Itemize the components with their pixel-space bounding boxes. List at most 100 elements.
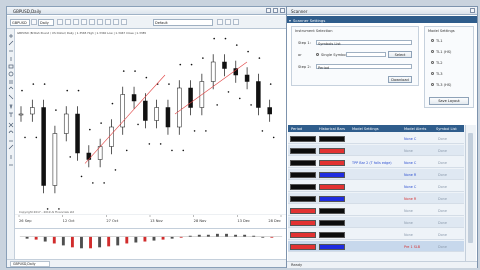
alert-cell[interactable]: None R <box>404 173 416 177</box>
scanner-close-icon[interactable] <box>470 8 475 13</box>
column-header[interactable]: Model Settings <box>352 127 379 131</box>
print-icon[interactable] <box>225 19 231 25</box>
table-row[interactable]: None C Done <box>288 133 464 144</box>
crosshair-icon[interactable] <box>57 19 63 25</box>
period-color-swatch[interactable] <box>290 220 316 226</box>
drawing-tool-icons[interactable] <box>7 33 15 173</box>
close-icon[interactable] <box>280 8 285 13</box>
x-tick-label: 26 Sep <box>19 219 32 223</box>
x-tick-label: 28 Nov <box>194 219 208 223</box>
indicator-panel[interactable] <box>15 228 287 256</box>
bars-color-swatch[interactable] <box>319 172 345 178</box>
symbol-list-cell: Done <box>438 184 447 189</box>
histogram-bar <box>107 236 111 247</box>
table-row[interactable]: TPP Bar 2 (T falls edge) None C Done <box>288 157 464 168</box>
bars-color-swatch[interactable] <box>319 148 345 154</box>
refresh-icon[interactable] <box>31 19 37 25</box>
alert-cell[interactable]: None <box>404 149 413 153</box>
model-option-radio[interactable] <box>431 83 434 86</box>
candle-body <box>41 107 46 186</box>
alert-cell[interactable]: None C <box>404 161 416 165</box>
chart-tab[interactable]: GBPUSD,Daily <box>10 261 50 267</box>
model-option-radio[interactable] <box>431 61 434 64</box>
zoom-out-icon[interactable] <box>97 19 103 25</box>
bars-color-swatch[interactable] <box>319 160 345 166</box>
indicator-dot <box>43 83 46 85</box>
column-header[interactable]: Historical Bars <box>319 127 345 131</box>
scanner-title-bar[interactable]: Scanner <box>287 7 477 15</box>
column-header[interactable]: Symbol List <box>436 127 457 131</box>
column-header[interactable]: Model Alerts <box>404 127 426 131</box>
alert-cell[interactable]: None C <box>404 185 416 189</box>
symbol-select[interactable]: GBPUSD <box>10 19 30 26</box>
bars-color-swatch[interactable] <box>319 136 345 142</box>
table-row[interactable]: None Done <box>288 205 464 216</box>
table-row[interactable]: None R Done <box>288 169 464 180</box>
model-option-radio[interactable] <box>431 50 434 53</box>
period-color-swatch[interactable] <box>290 136 316 142</box>
chart-title-bar[interactable]: GBPUSD,Daily <box>7 7 287 15</box>
alert-cell[interactable]: None <box>404 233 413 237</box>
single-symbol-input[interactable] <box>346 52 386 57</box>
model-option-radio[interactable] <box>431 72 434 75</box>
table-header: Period Historical Bars Model Settings Mo… <box>288 125 464 132</box>
indicator-icon[interactable] <box>113 19 119 25</box>
histogram-bar <box>70 236 74 248</box>
bars-color-swatch[interactable] <box>319 196 345 202</box>
alert-cell[interactable]: None <box>404 221 413 225</box>
period-color-swatch[interactable] <box>290 244 316 250</box>
alert-cell[interactable]: Pre 1 SLB <box>404 245 420 249</box>
settings-header[interactable]: ▾ Scanner Settings <box>287 16 477 23</box>
template-icon[interactable] <box>121 19 127 25</box>
zoom-in-icon[interactable] <box>89 19 95 25</box>
symbol-list-cell: Done <box>438 196 447 201</box>
line-icon[interactable] <box>65 19 71 25</box>
bars-color-swatch[interactable] <box>319 184 345 190</box>
single-symbol-radio[interactable] <box>316 53 319 56</box>
period-color-swatch[interactable] <box>290 208 316 214</box>
table-row[interactable]: None C Done <box>288 181 464 192</box>
bar-icon[interactable] <box>73 19 79 25</box>
vertical-scrollbar[interactable] <box>465 125 475 261</box>
period-color-swatch[interactable] <box>290 232 316 238</box>
table-row[interactable]: None Done <box>288 217 464 228</box>
bars-color-swatch[interactable] <box>319 220 345 226</box>
bars-color-swatch[interactable] <box>319 244 345 250</box>
price-chart[interactable] <box>15 29 287 215</box>
alert-cell[interactable]: None <box>404 209 413 213</box>
minimize-icon[interactable] <box>266 8 271 13</box>
save-layout-button[interactable]: Save Layout <box>429 97 469 105</box>
download-button[interactable]: Download <box>388 76 412 83</box>
bars-color-swatch[interactable] <box>319 232 345 238</box>
period-color-swatch[interactable] <box>290 148 316 154</box>
table-row[interactable]: None Done <box>288 229 464 240</box>
scroll-thumb[interactable] <box>468 133 473 243</box>
save-icon[interactable] <box>233 19 239 25</box>
bars-color-swatch[interactable] <box>319 208 345 214</box>
period-color-swatch[interactable] <box>290 196 316 202</box>
alert-cell[interactable]: None R <box>404 197 416 201</box>
settings-icon[interactable] <box>217 19 223 25</box>
symbols-list-select[interactable]: Symbols List <box>316 40 412 46</box>
column-header[interactable]: Period <box>291 127 302 131</box>
template-select[interactable]: Default <box>153 19 213 26</box>
table-row[interactable]: None R Done <box>288 193 464 204</box>
period-color-swatch[interactable] <box>290 184 316 190</box>
table-row[interactable]: None Done <box>288 145 464 156</box>
table-row[interactable]: Pre 1 SLB Done <box>288 241 464 252</box>
symbol-list-cell: Done <box>438 244 447 249</box>
model-option-radio[interactable] <box>431 39 434 42</box>
period-color-swatch[interactable] <box>290 172 316 178</box>
histogram-bar <box>161 236 165 240</box>
timeframe-select[interactable]: Daily <box>38 19 54 26</box>
period-color-swatch[interactable] <box>290 160 316 166</box>
indicator-dot <box>77 89 80 92</box>
alert-cell[interactable]: None C <box>404 137 416 141</box>
grid-icon[interactable] <box>105 19 111 25</box>
maximize-icon[interactable] <box>273 8 278 13</box>
model-option-label: TL1 <box>436 38 443 43</box>
candle-body <box>244 74 250 82</box>
select-button[interactable]: Select <box>388 51 412 58</box>
candle-icon[interactable] <box>81 19 87 25</box>
period-select[interactable]: Period <box>316 64 412 70</box>
